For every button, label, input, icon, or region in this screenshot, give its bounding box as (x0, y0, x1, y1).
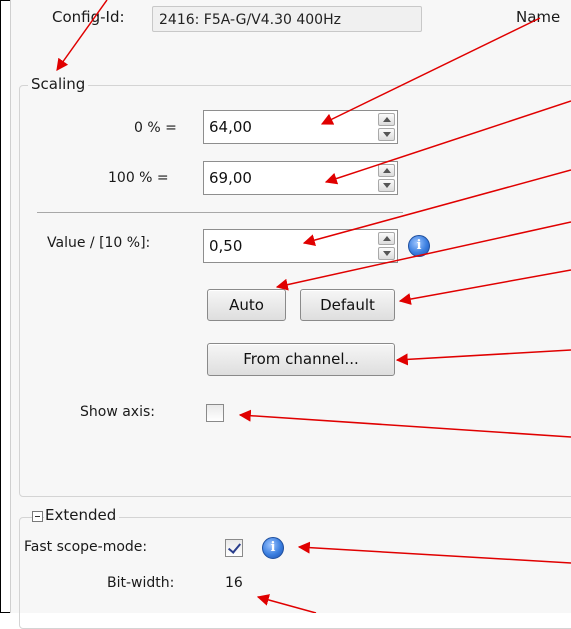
annotation-arrow (302, 169, 571, 246)
annotation-arrow (297, 541, 571, 564)
annotation-arrow (56, 0, 108, 71)
annotation-arrow (256, 594, 317, 613)
annotation-arrows (56, 0, 571, 613)
annotation-arrow (238, 409, 571, 438)
annotation-arrow (320, 17, 541, 125)
annotation-arrow (398, 269, 571, 305)
annotation-arrow (324, 100, 571, 185)
annotation-arrow (395, 349, 571, 366)
